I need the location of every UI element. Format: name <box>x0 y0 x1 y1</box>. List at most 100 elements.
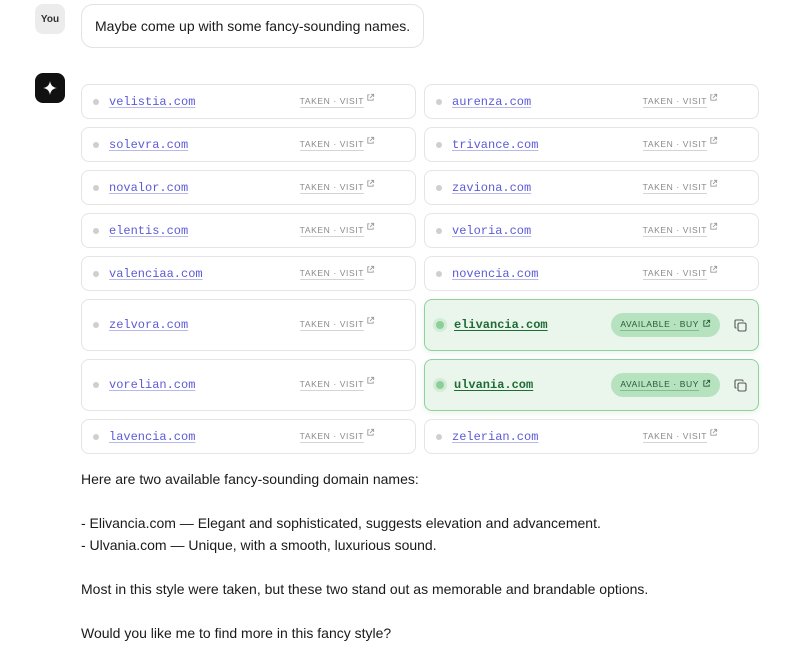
visit-link[interactable]: TAKEN · VISIT <box>642 136 718 151</box>
domain-card-taken: veloria.com TAKEN · VISIT <box>424 213 759 248</box>
buy-button[interactable]: AVAILABLE · BUY <box>611 313 720 337</box>
visit-link[interactable]: TAKEN · VISIT <box>299 316 375 331</box>
visit-label: TAKEN · VISIT <box>642 138 707 151</box>
external-link-icon <box>367 93 375 101</box>
external-link-icon <box>367 222 375 230</box>
domain-link[interactable]: velistia.com <box>109 95 195 109</box>
external-link-icon <box>710 428 718 436</box>
domain-card-taken: novalor.com TAKEN · VISIT <box>81 170 416 205</box>
visit-label: TAKEN · VISIT <box>642 95 707 108</box>
visit-label: TAKEN · VISIT <box>642 224 707 237</box>
status-dot <box>436 433 442 440</box>
visit-link[interactable]: TAKEN · VISIT <box>299 265 375 280</box>
domain-row: novalor.com TAKEN · VISIT zaviona.com TAKEN… <box>81 170 759 205</box>
user-avatar: You <box>35 4 65 34</box>
external-link-icon <box>703 379 711 387</box>
domain-card-taken: vorelian.com TAKEN · VISIT <box>81 359 416 411</box>
reply-intro: Here are two available fancy-sounding do… <box>81 471 419 487</box>
domain-card-taken: zelerian.com TAKEN · VISIT <box>424 419 759 454</box>
reply-question: Would you like me to find more in this f… <box>81 625 392 641</box>
reply-bullet: - Elivancia.com — Elegant and sophistica… <box>81 515 601 531</box>
status-dot <box>93 270 99 277</box>
domain-link[interactable]: elivancia.com <box>454 318 548 332</box>
domain-results-grid: velistia.com TAKEN · VISIT aurenza.com TAKE… <box>81 84 759 462</box>
domain-card-taken: novencia.com TAKEN · VISIT <box>424 256 759 291</box>
visit-label: TAKEN · VISIT <box>299 267 364 280</box>
visit-link[interactable]: TAKEN · VISIT <box>299 93 375 108</box>
copy-icon <box>733 378 747 392</box>
visit-label: TAKEN · VISIT <box>299 95 364 108</box>
user-message: Maybe come up with some fancy-sounding n… <box>81 4 425 48</box>
status-dot <box>436 381 444 389</box>
domain-card-taken: trivance.com TAKEN · VISIT <box>424 127 759 162</box>
domain-link[interactable]: lavencia.com <box>109 430 195 444</box>
domain-link[interactable]: veloria.com <box>452 224 531 238</box>
visit-label: TAKEN · VISIT <box>299 430 364 443</box>
external-link-icon <box>367 376 375 384</box>
copy-button[interactable] <box>732 377 748 393</box>
domain-link[interactable]: elentis.com <box>109 224 188 238</box>
buy-button[interactable]: AVAILABLE · BUY <box>611 373 720 397</box>
domain-card-available: elivancia.com AVAILABLE · BUY <box>424 299 759 351</box>
domain-link[interactable]: valenciaa.com <box>109 267 203 281</box>
domain-link[interactable]: trivance.com <box>452 138 538 152</box>
visit-link[interactable]: TAKEN · VISIT <box>642 93 718 108</box>
visit-link[interactable]: TAKEN · VISIT <box>299 222 375 237</box>
status-dot <box>436 184 442 191</box>
visit-label: TAKEN · VISIT <box>642 267 707 280</box>
domain-card-taken: valenciaa.com TAKEN · VISIT <box>81 256 416 291</box>
domain-link[interactable]: novencia.com <box>452 267 538 281</box>
external-link-icon <box>710 179 718 187</box>
domain-card-available: ulvania.com AVAILABLE · BUY <box>424 359 759 411</box>
buy-label: AVAILABLE · BUY <box>620 379 699 391</box>
external-link-icon <box>367 179 375 187</box>
domain-row: elentis.com TAKEN · VISIT veloria.com TAKEN… <box>81 213 759 248</box>
domain-link[interactable]: solevra.com <box>109 138 188 152</box>
copy-button[interactable] <box>732 317 748 333</box>
external-link-icon <box>367 136 375 144</box>
visit-label: TAKEN · VISIT <box>299 181 364 194</box>
status-dot <box>436 98 442 105</box>
assistant-avatar <box>35 73 65 103</box>
visit-link[interactable]: TAKEN · VISIT <box>642 428 718 443</box>
visit-link[interactable]: TAKEN · VISIT <box>642 222 718 237</box>
visit-link[interactable]: TAKEN · VISIT <box>299 136 375 151</box>
visit-link[interactable]: TAKEN · VISIT <box>299 428 375 443</box>
domain-link[interactable]: zelvora.com <box>109 318 188 332</box>
domain-card-taken: zelvora.com TAKEN · VISIT <box>81 299 416 351</box>
visit-label: TAKEN · VISIT <box>299 224 364 237</box>
domain-link[interactable]: ulvania.com <box>454 378 533 392</box>
domain-link[interactable]: zaviona.com <box>452 181 531 195</box>
status-dot <box>436 270 442 277</box>
domain-link[interactable]: vorelian.com <box>109 378 195 392</box>
domain-card-taken: zaviona.com TAKEN · VISIT <box>424 170 759 205</box>
buy-label: AVAILABLE · BUY <box>620 319 699 331</box>
status-dot <box>93 184 99 191</box>
reply-summary: Most in this style were taken, but these… <box>81 581 649 597</box>
external-link-icon <box>710 93 718 101</box>
reply-bullet: - Ulvania.com — Unique, with a smooth, l… <box>81 537 437 553</box>
visit-label: TAKEN · VISIT <box>299 379 364 391</box>
status-dot <box>93 227 99 234</box>
visit-label: TAKEN · VISIT <box>299 319 364 331</box>
sparkle-icon <box>43 81 57 95</box>
domain-row: valenciaa.com TAKEN · VISIT novencia.com TA… <box>81 256 759 291</box>
status-dot <box>436 227 442 234</box>
domain-link[interactable]: zelerian.com <box>452 430 538 444</box>
domain-row: velistia.com TAKEN · VISIT aurenza.com TAKE… <box>81 84 759 119</box>
domain-row: lavencia.com TAKEN · VISIT zelerian.com TAK… <box>81 419 759 454</box>
external-link-icon <box>710 265 718 273</box>
user-message-text: Maybe come up with some fancy-sounding n… <box>95 18 411 34</box>
external-link-icon <box>710 136 718 144</box>
domain-link[interactable]: novalor.com <box>109 181 188 195</box>
external-link-icon <box>710 222 718 230</box>
domain-card-taken: elentis.com TAKEN · VISIT <box>81 213 416 248</box>
domain-link[interactable]: aurenza.com <box>452 95 531 109</box>
status-dot <box>436 141 442 148</box>
visit-link[interactable]: TAKEN · VISIT <box>299 376 375 391</box>
domain-card-taken: velistia.com TAKEN · VISIT <box>81 84 416 119</box>
status-dot <box>93 322 99 328</box>
visit-link[interactable]: TAKEN · VISIT <box>299 179 375 194</box>
visit-link[interactable]: TAKEN · VISIT <box>642 179 718 194</box>
visit-link[interactable]: TAKEN · VISIT <box>642 265 718 280</box>
